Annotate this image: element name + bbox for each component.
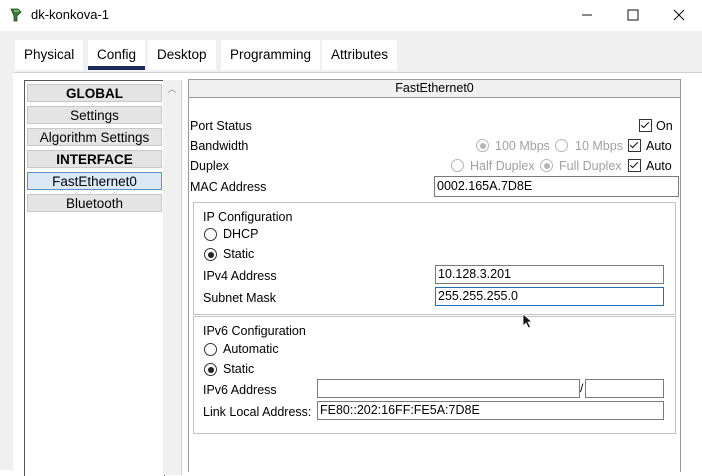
ipv6-address-label: IPv6 Address (203, 383, 277, 397)
sidebar-header-interface: INTERFACE (27, 150, 162, 168)
packet-tracer-app-icon (10, 8, 22, 22)
link-local-address-label: Link Local Address: (203, 405, 312, 419)
mouse-cursor-icon (522, 313, 534, 329)
duplex-auto-checkbox[interactable] (628, 159, 641, 172)
ipv6-prefix-field[interactable] (585, 379, 664, 398)
bandwidth-100-label: 100 Mbps (495, 139, 550, 153)
ipv4-address-label: IPv4 Address (203, 269, 277, 283)
dhcp-label: DHCP (223, 227, 259, 241)
close-button[interactable] (656, 0, 702, 31)
sidebar-header-global: GLOBAL (27, 84, 162, 102)
duplex-auto-label: Auto (646, 159, 672, 173)
tab-attributes[interactable]: Attributes (322, 40, 398, 70)
port-status-on-label: On (656, 119, 673, 133)
subnet-mask-label: Subnet Mask (203, 291, 276, 305)
maximize-button[interactable] (610, 0, 656, 31)
config-sidebar: GLOBAL Settings Algorithm Settings INTER… (24, 80, 165, 476)
ipv6-address-field[interactable] (317, 379, 580, 398)
sidebar-scrollbar[interactable]: ︿ (163, 80, 182, 475)
ipv6-static-label: Static (223, 362, 255, 376)
ipv6-prefix-separator: / (580, 381, 584, 395)
tab-programming[interactable]: Programming (221, 40, 321, 70)
tab-config[interactable]: Config (88, 40, 146, 70)
sidebar-item-fastethernet0[interactable]: FastEthernet0 (27, 172, 162, 190)
ip-configuration-title: IP Configuration (203, 210, 293, 224)
bandwidth-10-label: 10 Mbps (575, 139, 623, 153)
maximize-icon (627, 9, 639, 21)
subnet-mask-field[interactable]: 255.255.255.0 (435, 287, 664, 306)
dhcp-radio[interactable] (204, 228, 217, 241)
minimize-icon (582, 14, 592, 16)
tab-desktop[interactable]: Desktop (148, 40, 216, 70)
close-icon (673, 9, 685, 21)
duplex-label: Duplex (190, 159, 229, 173)
bandwidth-auto-checkbox[interactable] (628, 139, 641, 152)
sidebar-item-settings[interactable]: Settings (27, 106, 162, 124)
ip-static-label: Static (223, 247, 255, 261)
ipv4-address-field[interactable]: 10.128.3.201 (435, 265, 664, 284)
ipv6-automatic-label: Automatic (223, 342, 279, 356)
sidebar-item-algorithm-settings[interactable]: Algorithm Settings (27, 128, 162, 146)
port-status-on-checkbox[interactable] (639, 119, 652, 132)
half-duplex-label: Half Duplex (470, 159, 535, 173)
bandwidth-label: Bandwidth (190, 139, 249, 153)
port-status-label: Port Status (190, 119, 252, 133)
ip-static-radio[interactable] (204, 248, 217, 261)
ipv6-configuration-title: IPv6 Configuration (203, 324, 306, 338)
bandwidth-auto-label: Auto (646, 139, 672, 153)
bandwidth-10-radio[interactable] (555, 139, 568, 152)
title-bar: dk-konkova-1 (0, 0, 702, 31)
sidebar-item-bluetooth[interactable]: Bluetooth (27, 194, 162, 212)
half-duplex-radio[interactable] (451, 159, 464, 172)
bandwidth-100-radio[interactable] (476, 139, 489, 152)
scroll-up-icon[interactable]: ︿ (163, 82, 181, 96)
ipv6-automatic-radio[interactable] (204, 343, 217, 356)
minimize-button[interactable] (564, 0, 610, 31)
link-local-address-field[interactable]: FE80::202:16FF:FE5A:7D8E (317, 401, 664, 420)
full-duplex-label: Full Duplex (559, 159, 622, 173)
panel-title: FastEthernet0 (189, 80, 680, 98)
mac-address-field[interactable]: 0002.165A.7D8E (434, 176, 679, 197)
tab-physical[interactable]: Physical (15, 40, 84, 70)
full-duplex-radio[interactable] (540, 159, 553, 172)
interface-panel: FastEthernet0 Port Status On Bandwidth 1… (188, 79, 681, 472)
mac-address-label: MAC Address (190, 180, 267, 194)
ipv6-static-radio[interactable] (204, 363, 217, 376)
window-title: dk-konkova-1 (31, 7, 110, 22)
